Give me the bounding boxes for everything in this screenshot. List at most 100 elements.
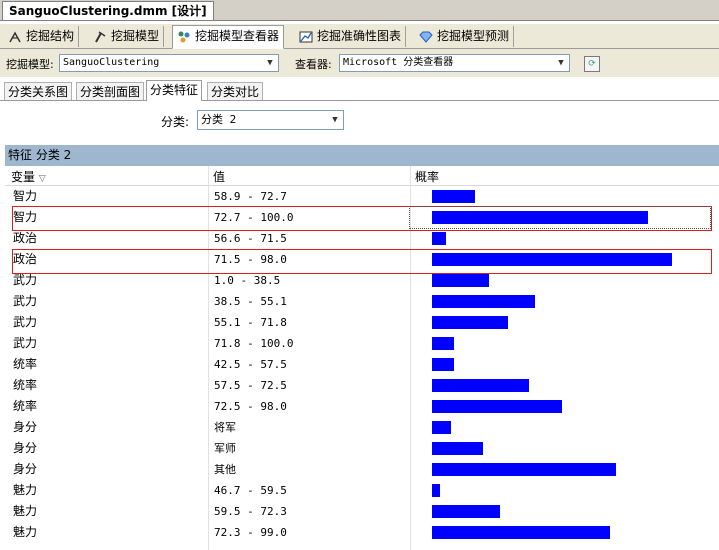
table-row[interactable]: 政治 71.5 - 98.0 xyxy=(5,249,719,270)
tab-cluster-profiles[interactable]: 分类剖面图 xyxy=(76,82,145,100)
variable-cell: 智力 xyxy=(13,189,38,203)
variable-cell: 魅力 xyxy=(13,525,38,539)
table-row[interactable]: 魅力 72.3 - 99.0 xyxy=(5,522,719,543)
value-cell: 72.3 - 99.0 xyxy=(214,526,287,539)
probability-bar xyxy=(432,484,440,497)
variable-cell: 武力 xyxy=(13,273,38,287)
document-tab[interactable]: SanguoClustering.dmm [设计] xyxy=(2,1,214,20)
tab-cluster-diagram[interactable]: 分类关系图 xyxy=(4,82,73,100)
mining-model-label: 挖掘模型: xyxy=(6,58,54,71)
table-row[interactable]: 身分 军师 xyxy=(5,438,719,459)
value-cell: 46.7 - 59.5 xyxy=(214,484,287,497)
probability-bar xyxy=(432,316,508,329)
table-row[interactable]: 武力 55.1 - 71.8 xyxy=(5,312,719,333)
column-variable[interactable]: 变量 ▽ xyxy=(11,168,46,185)
table-row[interactable]: 身分 将军 xyxy=(5,417,719,438)
viewer-subtabs: 分类关系图 分类剖面图 分类特征 分类对比 xyxy=(0,80,719,101)
table-row[interactable]: 武力 1.0 - 38.5 xyxy=(5,270,719,291)
table-row[interactable]: 魅力 46.7 - 59.5 xyxy=(5,480,719,501)
table-row[interactable]: 武力 38.5 - 55.1 xyxy=(5,291,719,312)
variable-cell: 政治 xyxy=(13,231,38,245)
probability-bar xyxy=(432,463,616,476)
value-cell: 55.1 - 71.8 xyxy=(214,316,287,329)
viewer-toolbar: 挖掘模型: SanguoClustering ▼ 查看器: Microsoft … xyxy=(0,49,719,77)
focus-rect xyxy=(409,206,711,229)
prediction-icon xyxy=(419,30,433,44)
value-cell: 72.5 - 98.0 xyxy=(214,400,287,413)
table-row[interactable]: 统率 57.5 - 72.5 xyxy=(5,375,719,396)
chevron-down-icon: ▼ xyxy=(262,55,278,71)
probability-bar xyxy=(432,295,535,308)
table-row[interactable]: 智力 58.9 - 72.7 xyxy=(5,186,719,207)
table-row[interactable]: 统率 42.5 - 57.5 xyxy=(5,354,719,375)
probability-bar xyxy=(432,190,475,203)
viewer-select[interactable]: Microsoft 分类查看器 ▼ xyxy=(339,54,570,72)
probability-bar xyxy=(432,400,562,413)
viewer-label: 查看器: xyxy=(295,58,332,71)
value-cell: 56.6 - 71.5 xyxy=(214,232,287,245)
value-cell: 58.9 - 72.7 xyxy=(214,190,287,203)
variable-cell: 魅力 xyxy=(13,504,38,518)
probability-bar xyxy=(432,253,672,266)
variable-cell: 身分 xyxy=(13,462,38,476)
value-cell: 将军 xyxy=(214,421,236,434)
refresh-icon[interactable]: ⟳ xyxy=(584,56,600,72)
value-cell: 57.5 - 72.5 xyxy=(214,379,287,392)
value-cell: 71.8 - 100.0 xyxy=(214,337,294,350)
tab-mining-prediction[interactable]: 挖掘模型预测 xyxy=(415,26,515,47)
variable-cell: 魅力 xyxy=(13,483,38,497)
sort-icon: ▽ xyxy=(38,174,46,184)
probability-bar xyxy=(432,505,500,518)
tab-mining-structure[interactable]: 挖掘结构 xyxy=(4,26,80,47)
mining-structure-icon xyxy=(8,30,22,44)
table-row[interactable]: 政治 56.6 - 71.5 xyxy=(5,228,719,249)
tab-mining-model[interactable]: 挖掘模型 xyxy=(89,26,165,47)
variable-cell: 身分 xyxy=(13,420,38,434)
column-probability[interactable]: 概率 xyxy=(415,168,439,185)
probability-bar xyxy=(432,379,529,392)
probability-bar xyxy=(432,232,446,245)
tab-accuracy-chart[interactable]: 挖掘准确性图表 xyxy=(295,26,407,47)
variable-cell: 政治 xyxy=(13,252,38,266)
value-cell: 其他 xyxy=(214,463,236,476)
tab-cluster-characteristics[interactable]: 分类特征 xyxy=(146,80,203,101)
table-row[interactable]: 统率 72.5 - 98.0 xyxy=(5,396,719,417)
table-row[interactable]: 身分 其他 xyxy=(5,459,719,480)
category-label: 分类: xyxy=(161,115,190,129)
column-value[interactable]: 值 xyxy=(213,168,225,185)
variable-cell: 统率 xyxy=(13,378,38,392)
variable-cell: 身分 xyxy=(13,441,38,455)
variable-cell: 武力 xyxy=(13,315,38,329)
value-cell: 38.5 - 55.1 xyxy=(214,295,287,308)
value-cell: 59.5 - 72.3 xyxy=(214,505,287,518)
tab-mining-model-viewer[interactable]: 挖掘模型查看器 xyxy=(172,25,285,49)
probability-bar xyxy=(432,421,451,434)
variable-cell: 统率 xyxy=(13,357,38,371)
characteristics-header: 特征 分类 2 xyxy=(5,145,719,166)
table-row[interactable]: 魅力 59.5 - 72.3 xyxy=(5,501,719,522)
probability-bar xyxy=(432,442,483,455)
probability-bar xyxy=(432,358,454,371)
column-headers: 变量 ▽ 值 概率 xyxy=(5,166,719,186)
probability-bar xyxy=(432,274,489,287)
variable-cell: 智力 xyxy=(13,210,38,224)
variable-cell: 武力 xyxy=(13,336,38,350)
mining-model-select[interactable]: SanguoClustering ▼ xyxy=(59,54,279,72)
value-cell: 42.5 - 57.5 xyxy=(214,358,287,371)
value-cell: 72.7 - 100.0 xyxy=(214,211,294,224)
chevron-down-icon: ▼ xyxy=(553,55,569,71)
variable-cell: 统率 xyxy=(13,399,38,413)
table-row[interactable]: 武力 71.8 - 100.0 xyxy=(5,333,719,354)
accuracy-chart-icon xyxy=(299,30,313,44)
document-tab-strip: SanguoClustering.dmm [设计] xyxy=(0,0,719,21)
value-cell: 71.5 - 98.0 xyxy=(214,253,287,266)
category-select[interactable]: 分类 2 ▼ xyxy=(197,110,344,130)
variable-cell: 武力 xyxy=(13,294,38,308)
mining-model-icon xyxy=(93,30,107,44)
probability-bar xyxy=(432,526,610,539)
tab-cluster-discrimination[interactable]: 分类对比 xyxy=(207,82,264,100)
value-cell: 军师 xyxy=(214,442,236,455)
chevron-down-icon: ▼ xyxy=(327,111,343,129)
model-viewer-icon xyxy=(177,30,191,44)
probability-bar xyxy=(432,337,454,350)
